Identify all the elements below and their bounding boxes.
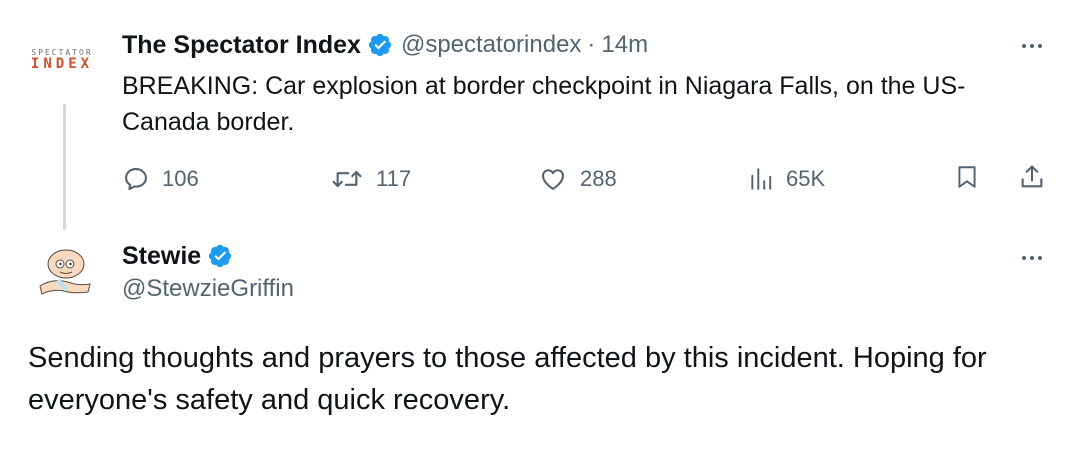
share-icon [1018,162,1046,197]
separator-dot: · [587,31,596,58]
spectator-index-avatar[interactable]: SPECTATOR INDEX [22,36,102,80]
verified-badge-icon [367,32,393,58]
views-chart-icon [748,165,774,193]
reply-icon [122,165,150,193]
tweet2-text: Sending thoughts and prayers to those af… [28,342,987,416]
heart-icon [538,165,568,193]
tweet1-text: BREAKING: Car explosion at border checkp… [122,72,966,136]
tweet2-header: Stewie [122,238,233,274]
tweet2-handle[interactable]: @StewzieGriffin [122,275,294,303]
more-icon[interactable] [1012,248,1052,268]
tweet1-header: The Spectator Index @spectatorindex · 14… [122,27,648,63]
like-count: 288 [580,166,617,191]
reply-count: 106 [162,166,199,191]
reply-button[interactable]: 106 [122,163,199,195]
bookmark-button[interactable] [954,163,980,195]
tweet2-author-name[interactable]: Stewie [122,242,201,271]
repost-icon [330,165,364,193]
more-icon[interactable] [1012,36,1052,56]
bookmark-icon [954,162,980,197]
tweet1-timestamp[interactable]: 14m [601,31,648,59]
repost-count: 117 [376,166,412,191]
verified-badge-icon [207,243,233,269]
views-button[interactable]: 65K [748,163,825,195]
repost-button[interactable]: 117 [330,163,411,195]
thread-line [63,104,66,230]
like-button[interactable]: 288 [538,163,617,195]
share-button[interactable] [1018,163,1046,195]
logo-text-bottom: INDEX [30,56,94,72]
tweet1-handle[interactable]: @spectatorindex [401,31,581,59]
tweet1-author-name[interactable]: The Spectator Index [122,31,361,60]
views-count: 65K [786,166,826,191]
stewie-avatar[interactable] [30,240,98,308]
